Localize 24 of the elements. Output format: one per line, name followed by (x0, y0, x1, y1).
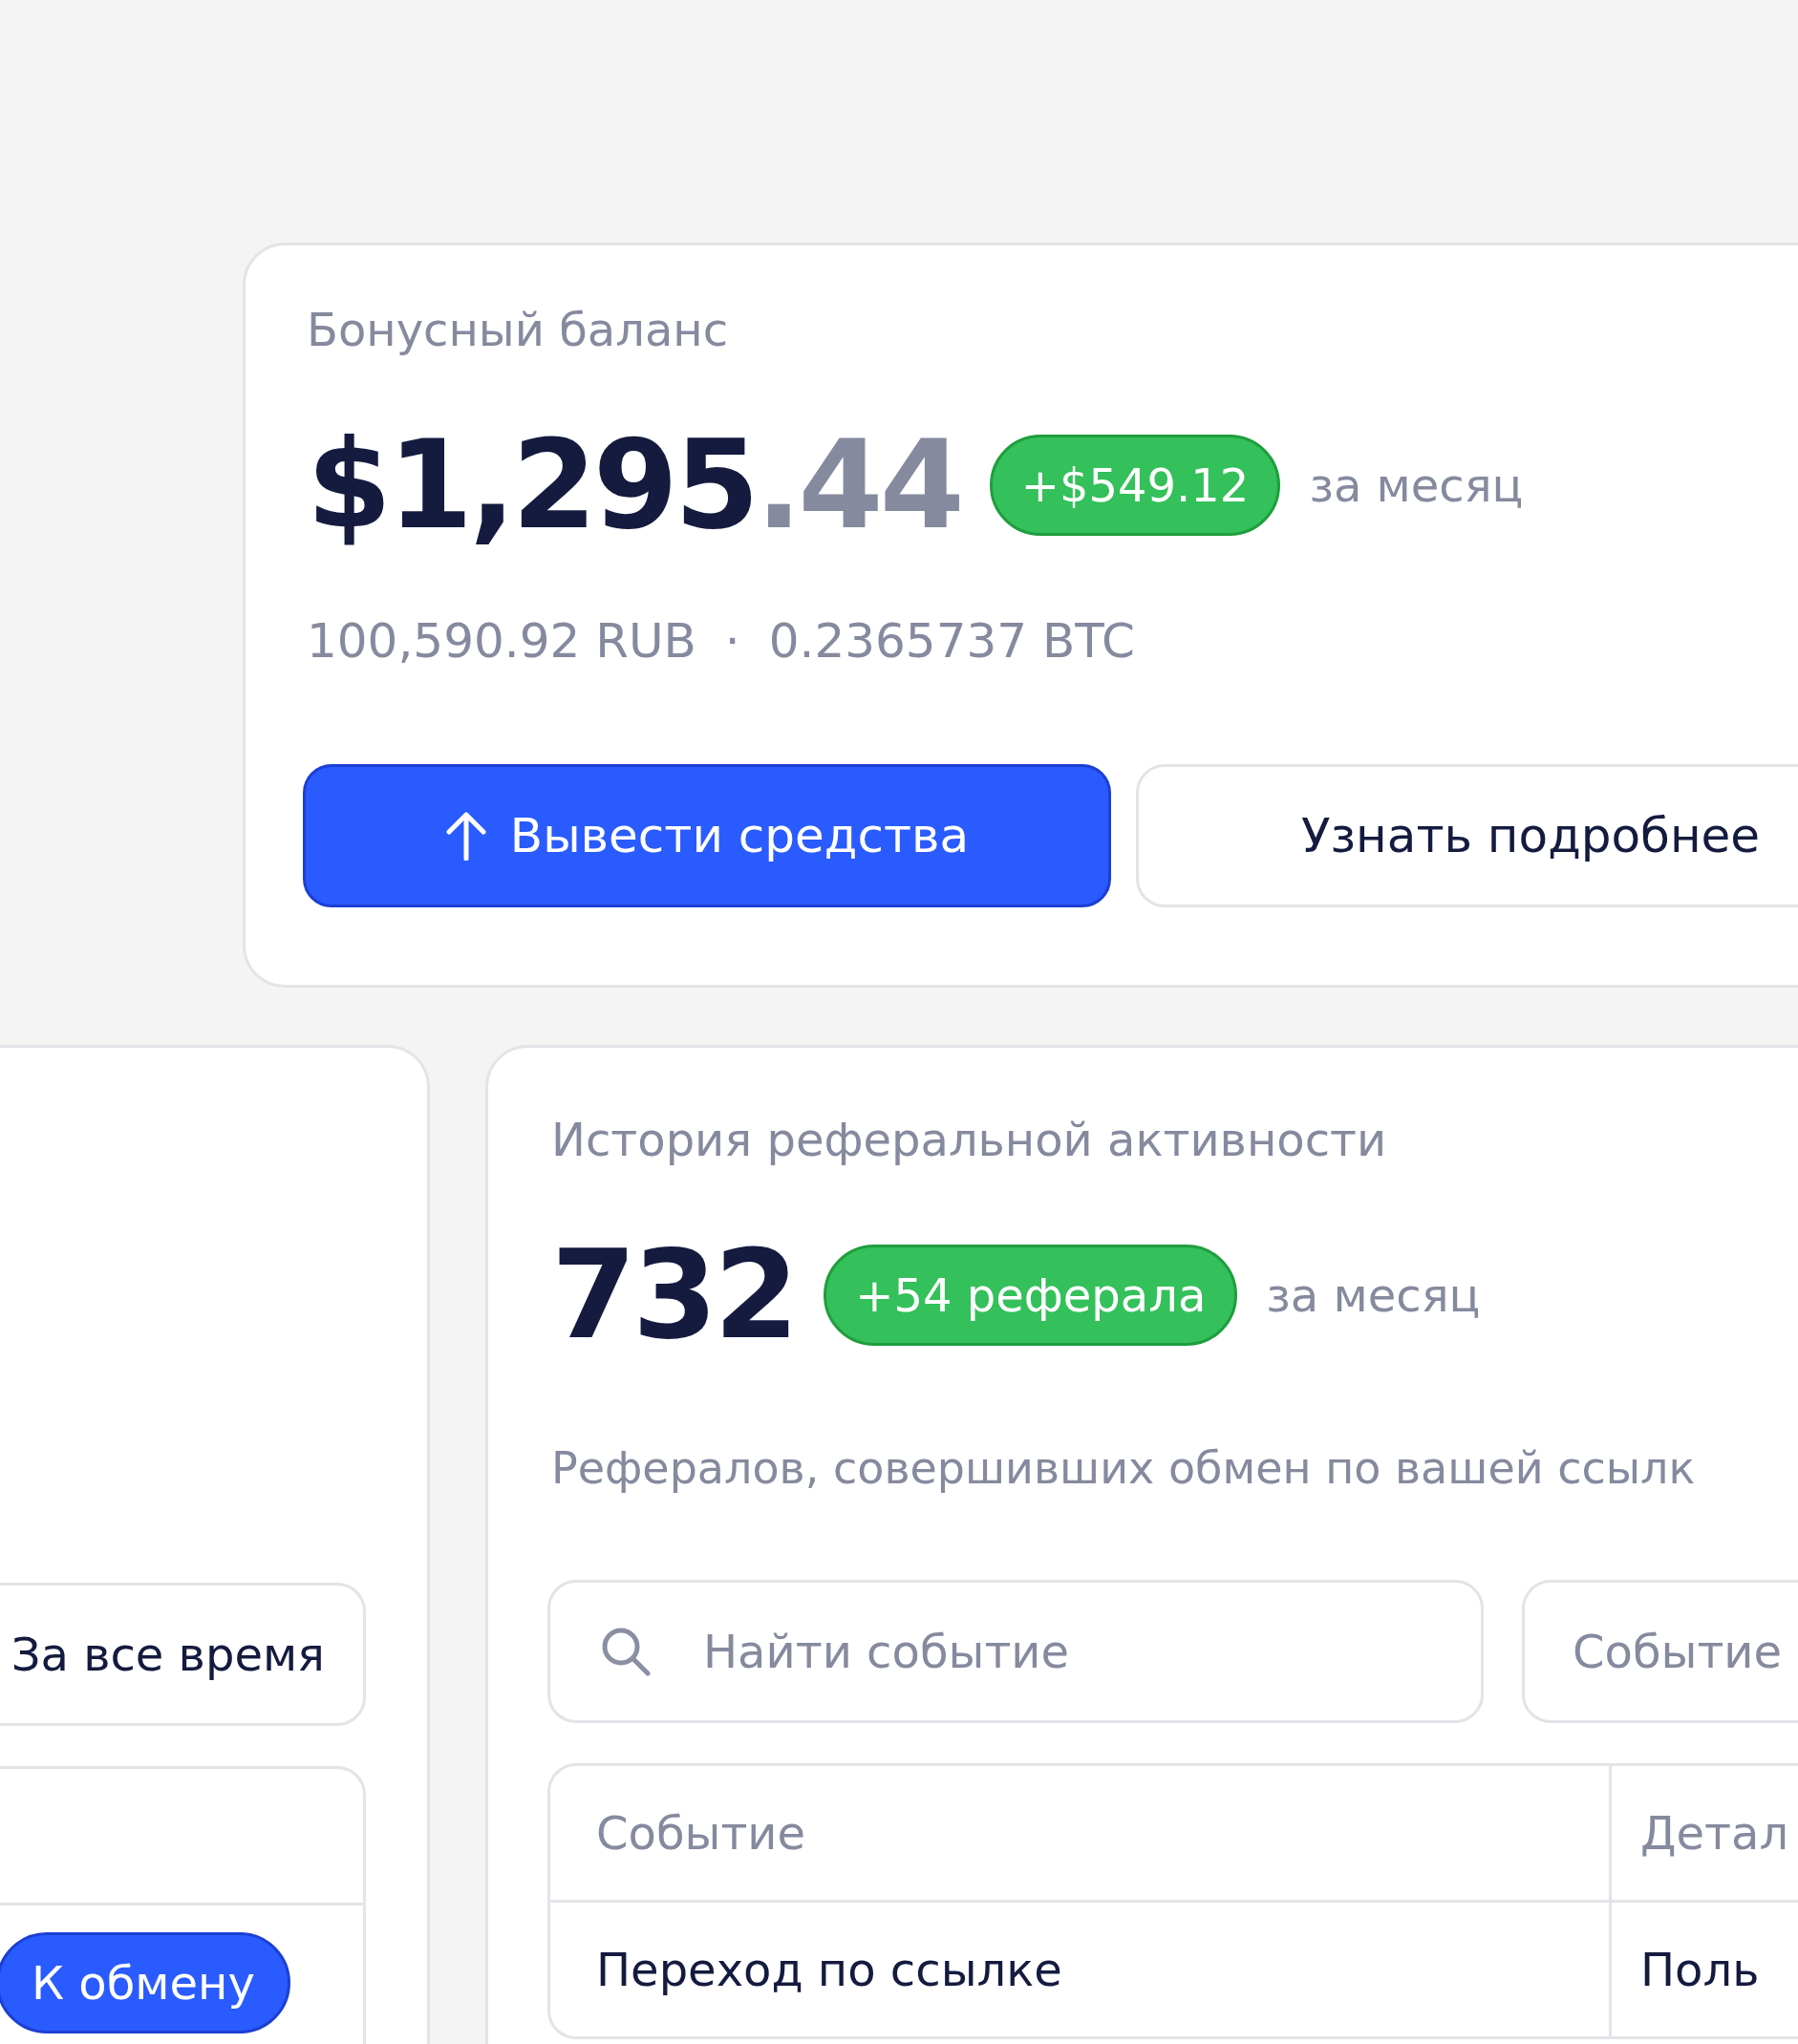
period-label: за месяц (1309, 458, 1524, 512)
search-field[interactable]: Найти событие (547, 1580, 1484, 1723)
event-filter-dropdown[interactable]: Событие (1522, 1580, 1798, 1723)
card-title: История реферальной активности (551, 1113, 1388, 1166)
card-title: Бонусный баланс (307, 303, 730, 356)
table-cell-text: Поль (1639, 1942, 1761, 1998)
exchange-button[interactable]: К обмену (0, 1932, 290, 2033)
change-badge: +$549.12 (989, 434, 1281, 536)
balance-amount: $1,295.44 (307, 414, 961, 556)
referral-count: 732 (551, 1224, 796, 1366)
btc-amount: 0.2365737 BTC (768, 613, 1135, 669)
table-cell: Переход по ссылке (550, 1903, 1612, 2036)
period-label: за месяц (1266, 1267, 1481, 1322)
separator-dot: · (724, 613, 740, 669)
search-icon (601, 1627, 651, 1676)
learn-more-button[interactable]: Узнать подробнее (1136, 764, 1798, 907)
description: Рефералов, совершивших обмен по вашей ссылк (551, 1442, 1697, 1494)
column-header: Событие (550, 1766, 1612, 1903)
period-button[interactable]: За все время (0, 1583, 366, 1726)
change-badge: +54 реферала (824, 1244, 1238, 1346)
column-header: Детал (1612, 1766, 1798, 1903)
withdraw-button[interactable]: Вывести средства (303, 764, 1111, 907)
arrow-up-icon (444, 811, 487, 861)
rub-amount: 100,590.92 RUB (307, 613, 696, 669)
